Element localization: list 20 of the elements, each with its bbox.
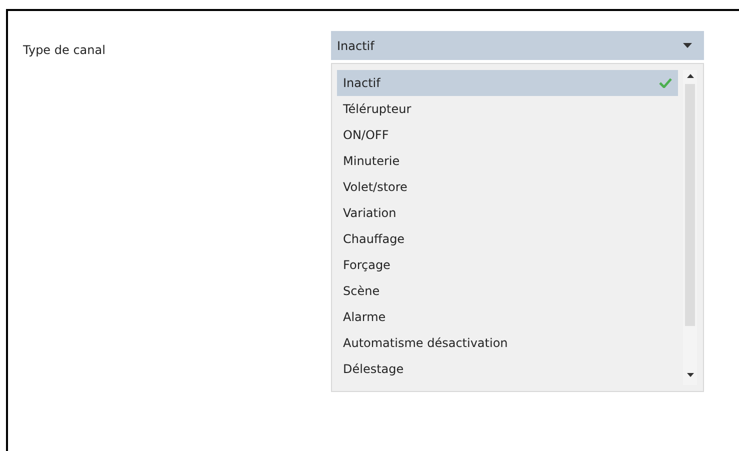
scroll-up-icon[interactable] <box>686 74 694 78</box>
checkmark-icon <box>659 78 672 88</box>
caret-icon <box>683 43 692 48</box>
field-label: Type de canal <box>23 43 106 57</box>
scrollbar[interactable] <box>683 70 697 385</box>
dropdown-option[interactable]: Délestage <box>337 356 678 382</box>
dropdown-option[interactable]: Variation <box>337 200 678 226</box>
dropdown-option[interactable]: Minuterie <box>337 148 678 174</box>
dropdown-option[interactable]: Chauffage <box>337 226 678 252</box>
scroll-down-icon[interactable] <box>686 373 694 377</box>
dropdown-option[interactable]: Forçage <box>337 252 678 278</box>
dropdown-option[interactable]: Télérupteur <box>337 96 678 122</box>
dropdown-option[interactable]: Alarme <box>337 304 678 330</box>
dropdown-option[interactable]: ON/OFF <box>337 122 678 148</box>
dropdown-option[interactable]: Automatisme désactivation <box>337 330 678 356</box>
scrollbar-thumb[interactable] <box>685 84 695 326</box>
dropdown-option[interactable]: Volet/store <box>337 174 678 200</box>
channel-type-dropdown[interactable]: Inactif <box>331 31 704 60</box>
dropdown-option[interactable]: Inactif <box>337 70 678 96</box>
dropdown-option[interactable]: Scène <box>337 278 678 304</box>
